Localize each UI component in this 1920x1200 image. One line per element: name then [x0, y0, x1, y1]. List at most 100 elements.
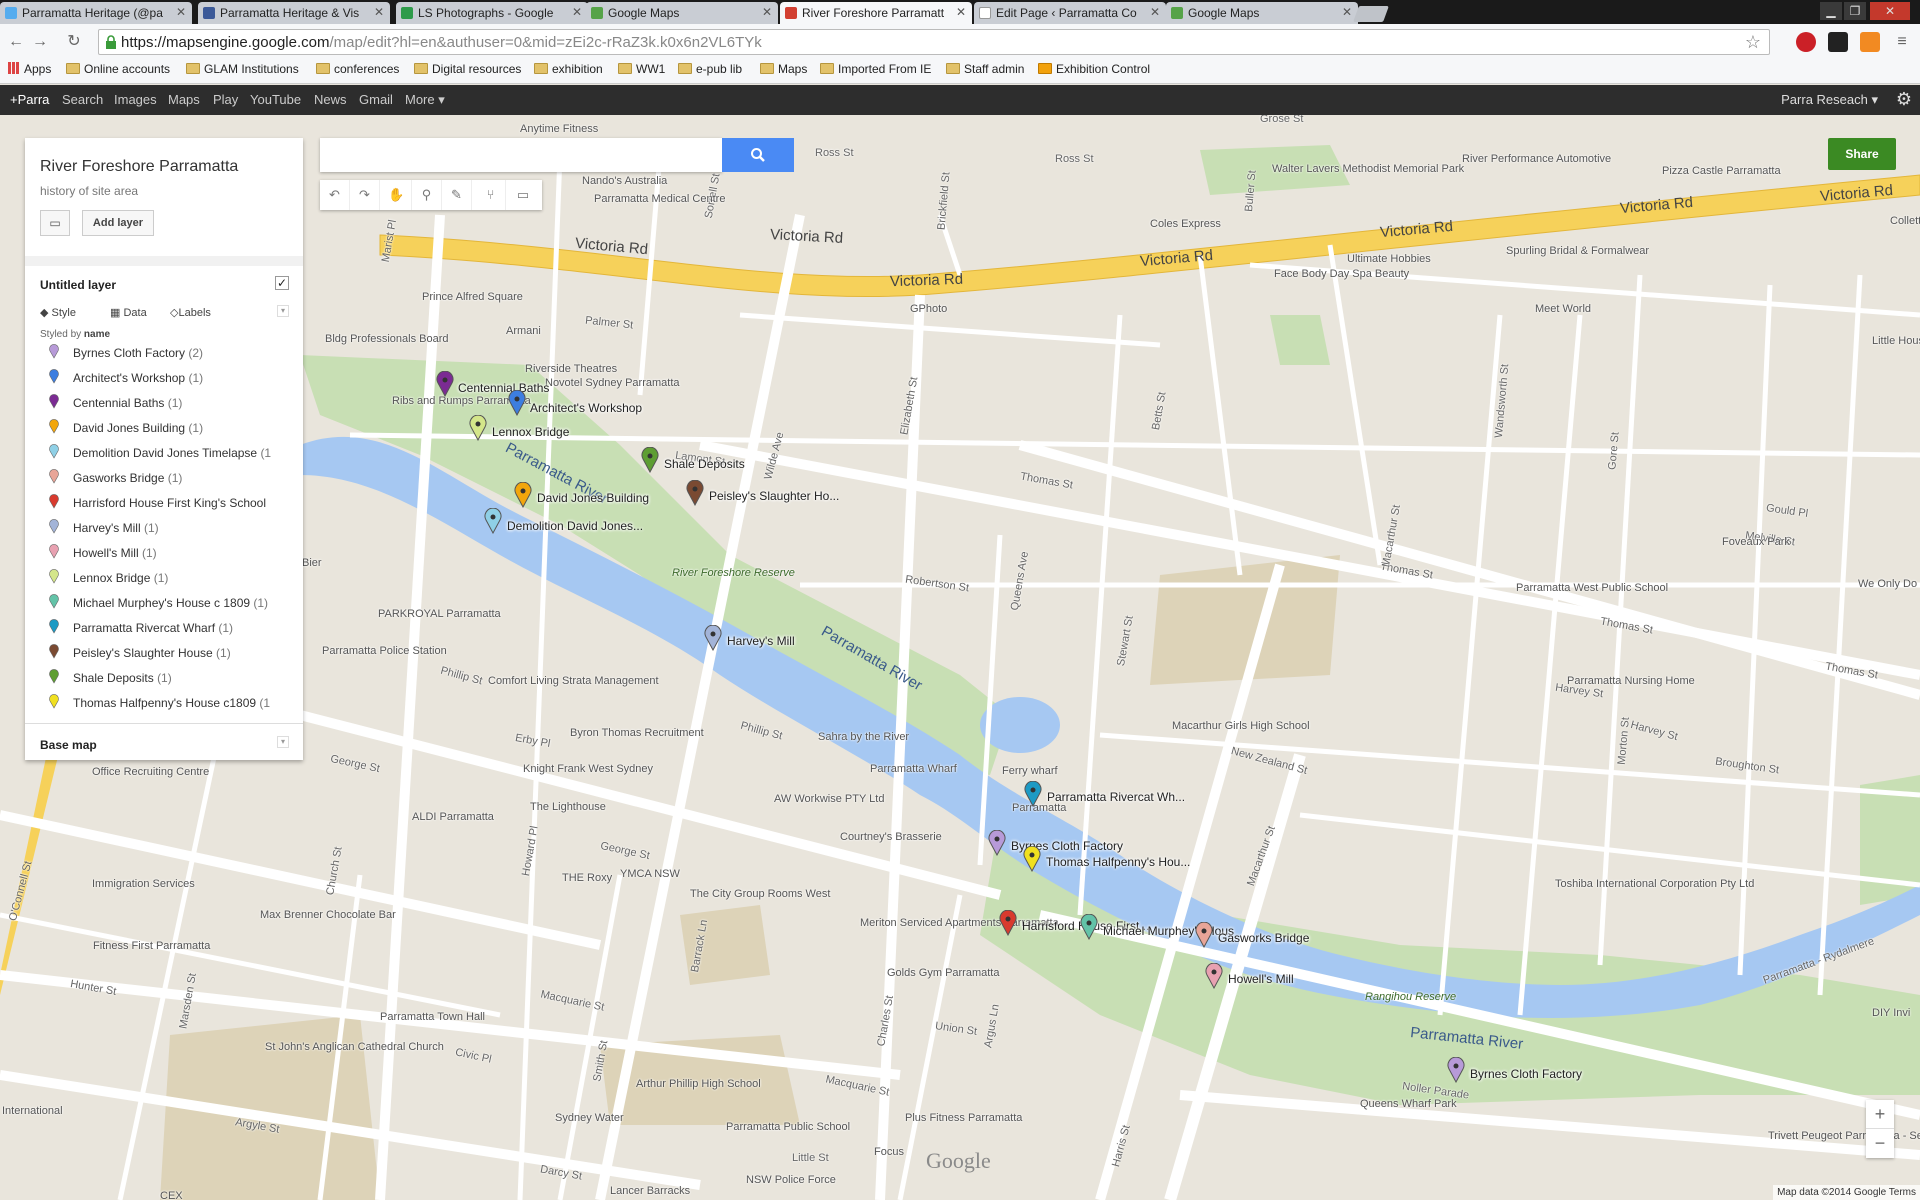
- close-tab-icon[interactable]: ✕: [374, 5, 384, 19]
- gbar-search[interactable]: Search: [62, 92, 103, 107]
- map-marker-byrnes-cloth-factory-2[interactable]: [1447, 1057, 1465, 1083]
- marker-label[interactable]: David Jones Building: [537, 491, 649, 505]
- legend-item[interactable]: Harvey's Mill (1): [39, 518, 301, 538]
- map-title[interactable]: River Foreshore Parramatta: [40, 158, 238, 176]
- gbar-images[interactable]: Images: [114, 92, 157, 107]
- map-marker-lennox-bridge[interactable]: [469, 415, 487, 441]
- map-attribution[interactable]: Map data ©2014 Google Terms: [1773, 1185, 1920, 1200]
- reload-icon[interactable]: ↻: [64, 32, 84, 52]
- address-bar[interactable]: https://mapsengine.google.com/map/edit?h…: [98, 29, 1770, 55]
- marker-label[interactable]: Architect's Workshop: [530, 401, 642, 415]
- map-marker-parramatta-rivercat-wharf[interactable]: [1024, 781, 1042, 807]
- map-marker-demolition-david-jones[interactable]: [484, 508, 502, 534]
- new-tab-button[interactable]: [1353, 6, 1389, 22]
- legend-item[interactable]: Thomas Halfpenny's House c1809 (1: [39, 693, 301, 713]
- bookmark-apps[interactable]: Apps: [8, 62, 51, 76]
- pinterest-icon[interactable]: [1796, 32, 1816, 52]
- legend-item[interactable]: Harrisford House First King's School: [39, 493, 301, 513]
- base-map-options-menu[interactable]: ▾: [277, 736, 289, 748]
- redo-icon[interactable]: ↷: [350, 180, 380, 210]
- minimize-button[interactable]: ▁: [1820, 2, 1842, 20]
- tab-parramatta-heritage-facebook[interactable]: Parramatta Heritage & Vis ✕: [198, 2, 390, 24]
- bookmark-star-icon[interactable]: ☆: [1745, 32, 1761, 53]
- map-marker-gasworks-bridge[interactable]: [1195, 922, 1213, 948]
- close-tab-icon[interactable]: ✕: [176, 5, 186, 19]
- marker-label[interactable]: Thomas Halfpenny's Hou...: [1046, 855, 1190, 869]
- bookmark-staff-admin[interactable]: Staff admin: [946, 62, 1024, 76]
- legend-item[interactable]: David Jones Building (1): [39, 418, 301, 438]
- marker-label[interactable]: Centennial Baths: [458, 381, 549, 395]
- marker-label[interactable]: Lennox Bridge: [492, 425, 569, 439]
- add-layer-button[interactable]: Add layer: [82, 210, 154, 236]
- marker-label[interactable]: Michael Murphey's Hous: [1103, 924, 1234, 938]
- map-marker-michael-murpheys-house[interactable]: [1080, 914, 1098, 940]
- marker-label[interactable]: Gasworks Bridge: [1218, 931, 1309, 945]
- gbar-news[interactable]: News: [314, 92, 347, 107]
- bookmark-online-accounts[interactable]: Online accounts: [66, 62, 170, 76]
- ruler-icon[interactable]: ▭: [508, 180, 538, 210]
- map-marker-peisleys-slaughter-house[interactable]: [686, 480, 704, 506]
- close-tab-icon[interactable]: ✕: [1150, 5, 1160, 19]
- layer-visibility-checkbox[interactable]: ✓: [275, 276, 289, 290]
- close-tab-icon[interactable]: ✕: [762, 5, 772, 19]
- marker-label[interactable]: Demolition David Jones...: [507, 519, 643, 533]
- legend-item[interactable]: Parramatta Rivercat Wharf (1): [39, 618, 301, 638]
- map-marker-shale-deposits[interactable]: [641, 447, 659, 473]
- legend-item[interactable]: Architect's Workshop (1): [39, 368, 301, 388]
- directions-icon[interactable]: ⑂: [476, 180, 506, 210]
- map-marker-centennial-baths[interactable]: [436, 371, 454, 397]
- map-marker-harveys-mill[interactable]: [704, 625, 722, 651]
- marker-label[interactable]: Shale Deposits: [664, 457, 745, 471]
- gbar-gmail[interactable]: Gmail: [359, 92, 393, 107]
- map-description[interactable]: history of site area: [40, 184, 138, 198]
- gbar-maps[interactable]: Maps: [168, 92, 200, 107]
- legend-item[interactable]: Gasworks Bridge (1): [39, 468, 301, 488]
- tab-edit-page[interactable]: Edit Page ‹ Parramatta Co ✕: [974, 2, 1166, 24]
- bookmark-exhibition[interactable]: exhibition: [534, 62, 603, 76]
- bookmark-maps[interactable]: Maps: [760, 62, 807, 76]
- style-tool[interactable]: ◆ Style: [40, 306, 76, 319]
- forward-icon[interactable]: →: [30, 32, 50, 52]
- bookmark-epub-lib[interactable]: e-pub lib: [678, 62, 742, 76]
- tab-google-maps-2[interactable]: Google Maps ✕: [1166, 2, 1358, 24]
- marker-label[interactable]: Parramatta Rivercat Wh...: [1047, 790, 1185, 804]
- bookmark-conferences[interactable]: conferences: [316, 62, 399, 76]
- hand-icon[interactable]: ✋: [382, 180, 412, 210]
- map-marker-thomas-halfpennys-house[interactable]: [1023, 846, 1041, 872]
- bookmark-digital-resources[interactable]: Digital resources: [414, 62, 521, 76]
- marker-label[interactable]: Peisley's Slaughter Ho...: [709, 489, 839, 503]
- map-search-input[interactable]: [320, 138, 722, 172]
- map-marker-architects-workshop[interactable]: [508, 390, 526, 416]
- tab-parramatta-heritage-twitter[interactable]: Parramatta Heritage (@pa ✕: [0, 2, 192, 24]
- gbar-plus[interactable]: +Parra: [10, 92, 49, 107]
- map-marker-howells-mill[interactable]: [1205, 963, 1223, 989]
- marker-label[interactable]: Howell's Mill: [1228, 972, 1294, 986]
- draw-line-icon[interactable]: ✎: [442, 180, 472, 210]
- close-tab-icon[interactable]: ✕: [1342, 5, 1352, 19]
- marker-label[interactable]: Harvey's Mill: [727, 634, 795, 648]
- share-button[interactable]: Share: [1828, 138, 1896, 170]
- close-tab-icon[interactable]: ✕: [572, 5, 582, 19]
- map-marker-harrisford-house[interactable]: [999, 910, 1017, 936]
- gbar-youtube[interactable]: YouTube: [250, 92, 301, 107]
- bookmark-ww1[interactable]: WW1: [618, 62, 665, 76]
- tab-ls-photographs[interactable]: LS Photographs - Google ✕: [396, 2, 588, 24]
- legend-item[interactable]: Lennox Bridge (1): [39, 568, 301, 588]
- marker-label[interactable]: Byrnes Cloth Factory: [1470, 1067, 1582, 1081]
- map-marker-byrnes-cloth-factory[interactable]: [988, 830, 1006, 856]
- legend-item[interactable]: Demolition David Jones Timelapse (1: [39, 443, 301, 463]
- back-icon[interactable]: ←: [6, 32, 26, 52]
- bookmark-exhibition-control[interactable]: Exhibition Control: [1038, 62, 1150, 76]
- evernote-icon[interactable]: [1828, 32, 1848, 52]
- map-marker-david-jones-building[interactable]: [514, 482, 532, 508]
- maximize-button[interactable]: ❐: [1844, 2, 1866, 20]
- search-button[interactable]: [722, 138, 794, 172]
- close-window-button[interactable]: ✕: [1870, 2, 1910, 20]
- legend-item[interactable]: Howell's Mill (1): [39, 543, 301, 563]
- add-marker-icon[interactable]: ⚲: [412, 180, 442, 210]
- gbar-more[interactable]: More ▾: [405, 92, 445, 108]
- account-menu[interactable]: Parra Reseach ▾: [1781, 92, 1878, 108]
- data-tool[interactable]: ▦ Data: [110, 306, 147, 319]
- legend-item[interactable]: Centennial Baths (1): [39, 393, 301, 413]
- undo-icon[interactable]: ↶: [320, 180, 350, 210]
